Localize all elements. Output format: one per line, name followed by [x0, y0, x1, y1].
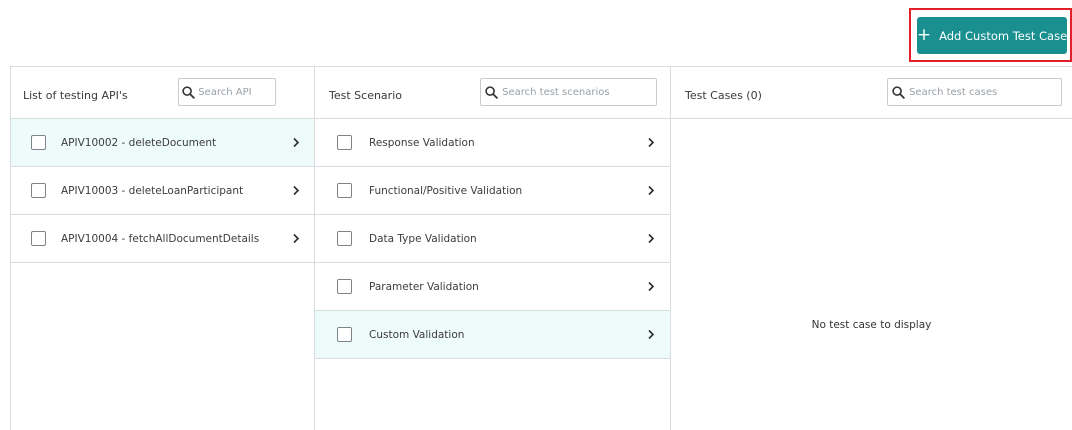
api-item-checkbox[interactable]: [31, 183, 46, 198]
scenario-panel-header: Test Scenario: [315, 67, 670, 119]
scenario-item-checkbox[interactable]: [337, 135, 352, 150]
scenario-search-box[interactable]: [480, 78, 657, 106]
empty-state-message: No test case to display: [811, 319, 932, 331]
scenario-item-label: Custom Validation: [369, 328, 465, 341]
scenario-item-label: Parameter Validation: [369, 280, 479, 293]
add-button-highlight: + Add Custom Test Case: [909, 8, 1072, 62]
api-item-label: APIV10004 - fetchAllDocumentDetails: [61, 232, 260, 245]
api-item-label: APIV10003 - deleteLoanParticipant: [61, 184, 244, 197]
panels-container: List of testing API's APIV10002 - delete…: [10, 66, 1072, 430]
api-list-panel: List of testing API's APIV10002 - delete…: [11, 67, 315, 430]
scenario-list-item[interactable]: Custom Validation: [315, 311, 670, 359]
test-cases-search-box[interactable]: [887, 78, 1062, 106]
api-item-checkbox[interactable]: [31, 135, 46, 150]
chevron-right-icon[interactable]: [646, 233, 656, 245]
api-panel-header: List of testing API's: [11, 67, 314, 119]
test-scenario-panel: Test Scenario Response Validation Functi…: [315, 67, 671, 430]
api-search-input[interactable]: [198, 86, 275, 98]
scenario-item-label: Functional/Positive Validation: [369, 184, 523, 197]
top-toolbar: + Add Custom Test Case: [0, 0, 1072, 66]
test-cases-panel: Test Cases (0) No test case to display: [671, 67, 1072, 430]
test-cases-search-input[interactable]: [909, 86, 1061, 98]
scenario-list-item[interactable]: Functional/Positive Validation: [315, 167, 670, 215]
scenario-search-input[interactable]: [502, 86, 656, 98]
scenario-panel-title: Test Scenario: [329, 89, 402, 102]
plus-icon: +: [916, 25, 932, 45]
scenario-item-label: Response Validation: [369, 136, 475, 149]
api-panel-title: List of testing API's: [23, 89, 128, 102]
search-icon: [179, 79, 198, 105]
chevron-right-icon[interactable]: [646, 329, 656, 341]
chevron-right-icon[interactable]: [291, 233, 301, 245]
chevron-right-icon[interactable]: [291, 185, 301, 197]
scenario-item-checkbox[interactable]: [337, 183, 352, 198]
api-list-item[interactable]: APIV10004 - fetchAllDocumentDetails: [11, 215, 314, 263]
scenario-item-label: Data Type Validation: [369, 232, 477, 245]
search-icon: [481, 79, 502, 105]
api-search-box[interactable]: [178, 78, 276, 106]
chevron-right-icon[interactable]: [646, 137, 656, 149]
api-item-label: APIV10002 - deleteDocument: [61, 136, 217, 149]
scenario-item-checkbox[interactable]: [337, 231, 352, 246]
chevron-right-icon[interactable]: [291, 137, 301, 149]
scenario-list-item[interactable]: Parameter Validation: [315, 263, 670, 311]
scenario-item-checkbox[interactable]: [337, 279, 352, 294]
scenario-item-checkbox[interactable]: [337, 327, 352, 342]
scenario-list-item[interactable]: Data Type Validation: [315, 215, 670, 263]
api-list-item[interactable]: APIV10003 - deleteLoanParticipant: [11, 167, 314, 215]
search-icon: [888, 79, 909, 105]
add-custom-test-case-button[interactable]: + Add Custom Test Case: [917, 17, 1067, 54]
api-item-checkbox[interactable]: [31, 231, 46, 246]
chevron-right-icon[interactable]: [646, 281, 656, 293]
test-cases-panel-title: Test Cases (0): [685, 89, 762, 102]
api-list-item[interactable]: APIV10002 - deleteDocument: [11, 119, 314, 167]
test-cases-panel-header: Test Cases (0): [671, 67, 1072, 119]
scenario-list-item[interactable]: Response Validation: [315, 119, 670, 167]
chevron-right-icon[interactable]: [646, 185, 656, 197]
add-button-label: Add Custom Test Case: [939, 28, 1068, 43]
